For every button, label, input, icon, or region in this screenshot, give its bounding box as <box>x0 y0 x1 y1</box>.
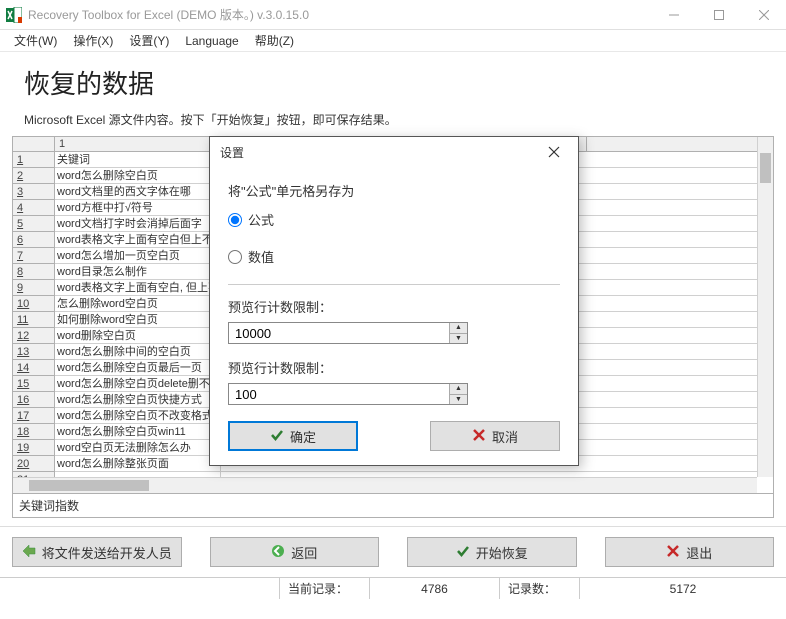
settings-dialog: 设置 将"公式"单元格另存为 公式 数值 预览行计数限制： ▲ ▼ <box>209 136 579 466</box>
dialog-separator <box>228 284 560 285</box>
limit2-label: 预览行计数限制： <box>228 358 560 377</box>
limit2-spinner: ▲ ▼ <box>449 384 467 404</box>
limit1-input[interactable] <box>228 322 468 344</box>
radio-formula[interactable]: 公式 <box>228 210 560 229</box>
dialog-titlebar[interactable]: 设置 <box>210 137 578 167</box>
spin-up[interactable]: ▲ <box>449 323 467 334</box>
ok-button[interactable]: 确定 <box>228 421 358 451</box>
radio-label: 数值 <box>248 247 274 266</box>
dialog-title: 设置 <box>220 144 244 161</box>
dialog-body: 将"公式"单元格另存为 公式 数值 预览行计数限制： ▲ ▼ 预览行计数限制： <box>210 167 578 465</box>
radio-value[interactable]: 数值 <box>228 247 560 266</box>
limit1-spinner: ▲ ▼ <box>449 323 467 343</box>
check-icon <box>270 428 284 445</box>
radio-formula-input[interactable] <box>228 213 242 227</box>
dialog-overlay: 设置 将"公式"单元格另存为 公式 数值 预览行计数限制： ▲ ▼ <box>0 0 786 619</box>
radio-value-input[interactable] <box>228 250 242 264</box>
limit1-label: 预览行计数限制： <box>228 297 560 316</box>
limit2-input[interactable] <box>228 383 468 405</box>
spin-down[interactable]: ▼ <box>449 395 467 405</box>
radio-label: 公式 <box>248 210 274 229</box>
dialog-buttons: 确定 取消 <box>228 421 560 451</box>
spin-down[interactable]: ▼ <box>449 334 467 344</box>
spin-up[interactable]: ▲ <box>449 384 467 395</box>
limit2-field: ▲ ▼ <box>228 383 468 405</box>
close-icon <box>472 428 486 445</box>
button-label: 取消 <box>492 427 518 446</box>
formula-group-label: 将"公式"单元格另存为 <box>228 181 560 200</box>
dialog-close-button[interactable] <box>540 141 568 163</box>
button-label: 确定 <box>290 427 316 446</box>
cancel-button[interactable]: 取消 <box>430 421 560 451</box>
limit1-field: ▲ ▼ <box>228 322 468 344</box>
